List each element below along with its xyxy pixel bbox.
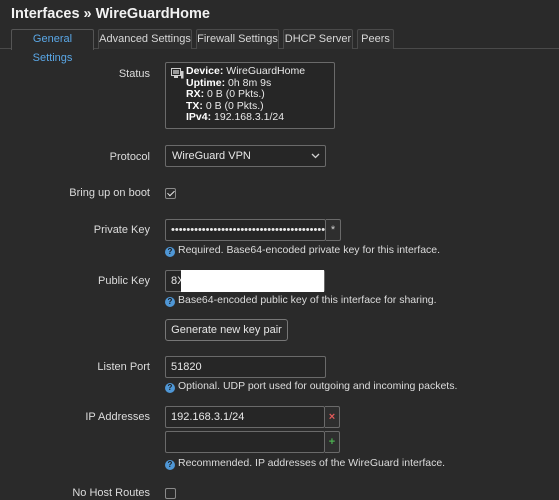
tab-peers[interactable]: Peers [357, 29, 394, 49]
remove-ip-button[interactable]: × [325, 406, 340, 428]
listen-port-label: Listen Port [97, 361, 150, 373]
status-panel: Device: WireGuardHome Uptime: 0h 8m 9s R… [165, 62, 335, 129]
private-key-label: Private Key [93, 224, 150, 236]
question-icon: ? [165, 460, 175, 470]
network-device-icon [171, 68, 184, 79]
page-title: Interfaces » WireGuardHome [11, 6, 210, 22]
tab-bar: General Settings Advanced Settings Firew… [0, 29, 559, 64]
private-key-hint: ? Required. Base64-encoded private key fo… [165, 244, 440, 257]
no-host-routes-label: No Host Routes [72, 487, 150, 499]
reveal-password-button[interactable]: * [326, 219, 341, 241]
protocol-label: Protocol [109, 151, 150, 163]
bring-up-checkbox[interactable] [165, 188, 176, 199]
status-ipv4: IPv4: 192.168.3.1/24 [186, 111, 285, 123]
tab-firewall-settings[interactable]: Firewall Settings [196, 29, 279, 49]
question-icon: ? [165, 297, 175, 307]
tab-advanced-settings[interactable]: Advanced Settings [98, 29, 192, 49]
ip-addresses-hint: ? Recommended. IP addresses of the WireGu… [165, 457, 445, 470]
public-key-hint: ? Base64-encoded public key of this inter… [165, 294, 437, 307]
redacted-region [181, 270, 324, 292]
public-key-label: Public Key [98, 275, 150, 287]
no-host-routes-checkbox[interactable] [165, 488, 176, 499]
listen-port-hint: ? Optional. UDP port used for outgoing an… [165, 380, 457, 393]
generate-key-pair-button[interactable]: Generate new key pair [165, 319, 288, 341]
private-key-input[interactable]: ••••••••••••••••••••••••••••••••••••••••… [165, 219, 326, 241]
add-ip-button[interactable]: + [325, 431, 340, 453]
question-icon: ? [165, 247, 175, 257]
protocol-select[interactable]: WireGuard VPN [165, 145, 326, 167]
question-icon: ? [165, 383, 175, 393]
bring-up-label: Bring up on boot [69, 187, 150, 199]
new-ip-address-input[interactable] [165, 431, 325, 453]
ip-addresses-label: IP Addresses [85, 411, 150, 423]
status-label: Status [118, 68, 150, 80]
tab-general-settings[interactable]: General Settings [11, 29, 94, 64]
listen-port-input[interactable]: 51820 [165, 356, 326, 378]
ip-address-input[interactable]: 192.168.3.1/24 [165, 406, 325, 428]
chevron-down-icon [311, 153, 320, 159]
tab-dhcp-server[interactable]: DHCP Server [283, 29, 353, 49]
